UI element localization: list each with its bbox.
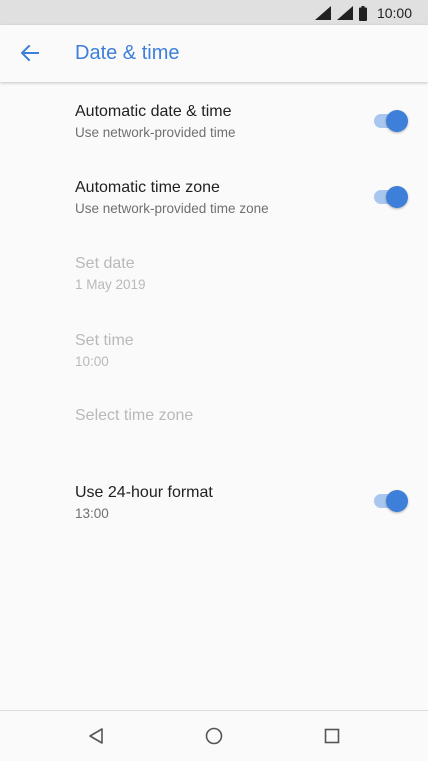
cell-signal-icon bbox=[336, 6, 353, 20]
setting-title: Automatic date & time bbox=[75, 103, 232, 120]
page-title: Date & time bbox=[75, 42, 180, 64]
automatic-time-zone-toggle[interactable] bbox=[372, 186, 408, 208]
setting-title: Set date bbox=[75, 255, 135, 272]
setting-summary: 10:00 bbox=[75, 354, 109, 369]
setting-set-date: Set date 1 May 2019 bbox=[0, 252, 428, 306]
app-bar: Date & time bbox=[0, 25, 428, 82]
toggle-thumb bbox=[386, 490, 408, 512]
back-button[interactable] bbox=[17, 40, 43, 66]
wifi-signal-icon bbox=[314, 6, 331, 20]
nav-home-button[interactable] bbox=[203, 725, 225, 747]
setting-summary: 13:00 bbox=[75, 506, 109, 521]
recents-square-icon bbox=[324, 728, 340, 744]
back-triangle-icon bbox=[89, 728, 103, 744]
nav-back-button[interactable] bbox=[85, 725, 107, 747]
toggle-thumb bbox=[386, 186, 408, 208]
setting-select-time-zone: Select time zone bbox=[0, 404, 428, 444]
navigation-bar bbox=[0, 710, 428, 761]
setting-automatic-time-zone[interactable]: Automatic time zone Use network-provided… bbox=[0, 176, 428, 230]
status-time: 10:00 bbox=[376, 5, 412, 21]
setting-automatic-date-time[interactable]: Automatic date & time Use network-provid… bbox=[0, 100, 428, 154]
home-circle-icon bbox=[205, 727, 223, 745]
battery-icon bbox=[358, 5, 367, 21]
setting-title: Automatic time zone bbox=[75, 179, 220, 196]
status-icons: 10:00 bbox=[314, 4, 412, 22]
setting-summary: Use network-provided time bbox=[75, 125, 236, 140]
automatic-date-time-toggle[interactable] bbox=[372, 110, 408, 132]
toggle-thumb bbox=[386, 110, 408, 132]
setting-title: Use 24-hour format bbox=[75, 484, 213, 501]
nav-recents-button[interactable] bbox=[321, 725, 343, 747]
setting-title: Set time bbox=[75, 332, 134, 349]
status-bar: 10:00 bbox=[0, 0, 428, 25]
setting-title: Select time zone bbox=[75, 407, 194, 424]
setting-summary: 1 May 2019 bbox=[75, 277, 146, 292]
setting-use-24-hour-format[interactable]: Use 24-hour format 13:00 bbox=[0, 481, 428, 535]
arrow-back-icon bbox=[21, 45, 39, 61]
setting-set-time: Set time 10:00 bbox=[0, 329, 428, 383]
setting-summary: Use network-provided time zone bbox=[75, 201, 269, 216]
use-24-hour-format-toggle[interactable] bbox=[372, 490, 408, 512]
